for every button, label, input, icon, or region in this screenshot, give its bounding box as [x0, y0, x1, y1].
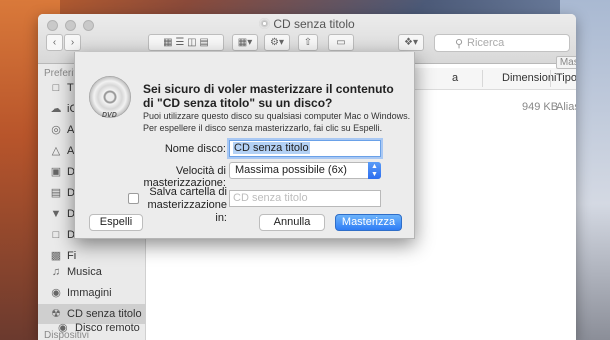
sidebar-item-music[interactable]: ♫ Musica	[38, 262, 146, 282]
forward-button[interactable]: ›	[64, 34, 81, 51]
cloud-icon: ☁	[50, 103, 62, 115]
burn-bar-button[interactable]: Masterizza	[556, 56, 576, 69]
sidebar-item-remote-disc[interactable]: ◉ Disco remoto	[46, 318, 146, 338]
arrange-button[interactable]: ▦▾	[232, 34, 258, 51]
downloads-icon: ▼	[50, 208, 62, 220]
view-mode-segment[interactable]: ▦ ☰ ◫ ▤	[148, 34, 224, 51]
music-icon: ♫	[51, 266, 61, 278]
search-icon: ⚲	[455, 38, 464, 50]
save-folder-label: Salva cartella di masterizzazione in:	[147, 186, 227, 224]
applications-icon: △	[51, 145, 61, 157]
movies-icon: ▩	[50, 250, 62, 262]
column-kind[interactable]: Tipo	[556, 72, 576, 84]
save-folder-field[interactable]: CD senza titolo	[229, 190, 381, 207]
disc-name-label: Nome disco:	[164, 143, 226, 155]
sidebar-item-images[interactable]: ◉ Immagini	[38, 283, 146, 303]
row-kind: Alias	[556, 101, 576, 113]
speed-select[interactable]: Massima possibile (6x) ▲ ▼	[229, 162, 381, 179]
row-size: 949 KB	[522, 101, 559, 113]
dropbox-icon[interactable]: ❖▾	[398, 34, 424, 51]
column-divider	[482, 70, 483, 87]
column-size[interactable]: Dimensioni	[502, 72, 556, 84]
cd-icon	[259, 18, 271, 29]
share-icon[interactable]: ⇧	[298, 34, 318, 51]
back-button[interactable]: ‹	[46, 34, 63, 51]
airdrop-icon: ◎	[51, 124, 61, 136]
documents-icon: ▤	[50, 187, 62, 199]
folder-icon: □	[52, 229, 60, 241]
burn-button[interactable]: Masterizza	[335, 214, 402, 231]
tag-icon[interactable]: ▭	[328, 34, 354, 51]
disc-icon: ◉	[58, 322, 68, 334]
gear-icon[interactable]: ⚙▾	[264, 34, 290, 51]
chevron-updown-icon: ▲ ▼	[368, 162, 381, 179]
eject-button[interactable]: Espelli	[89, 214, 143, 231]
search-input[interactable]: ⚲ Ricerca	[434, 34, 570, 52]
folder-icon: □	[52, 82, 60, 94]
disc-name-field[interactable]: CD senza titolo	[229, 140, 381, 157]
cancel-button[interactable]: Annulla	[259, 214, 325, 231]
burn-dialog: DVD Sei sicuro di voler masterizzare il …	[74, 52, 415, 239]
dialog-info: Puoi utilizzare questo disco su qualsias…	[143, 111, 411, 133]
column-divider	[550, 70, 551, 87]
camera-icon: ◉	[51, 287, 61, 299]
column-name[interactable]: a	[452, 72, 458, 84]
dialog-heading: Sei sicuro di voler masterizzare il cont…	[143, 82, 394, 110]
dvd-label: DVD	[102, 112, 117, 119]
desktop-icon: ▣	[50, 166, 62, 178]
window-title: CD senza titolo	[38, 17, 576, 31]
